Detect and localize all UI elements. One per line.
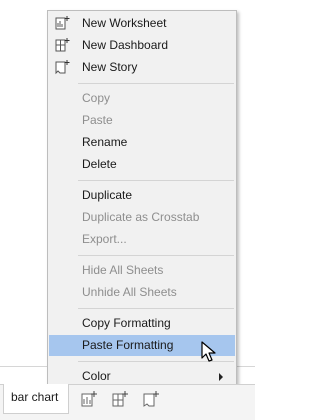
menu-item-label: Paste Formatting	[82, 338, 174, 352]
sheet-tab-label: bar chart	[11, 390, 59, 404]
menu-item-duplicate[interactable]: Duplicate	[49, 185, 235, 206]
menu-separator	[78, 308, 234, 309]
menu-item-export[interactable]: Export...	[49, 229, 235, 250]
menu-separator	[78, 255, 234, 256]
menu-item-unhide-all-sheets[interactable]: Unhide All Sheets	[49, 282, 235, 303]
menu-item-paste[interactable]: Paste	[49, 110, 235, 131]
new-dashboard-icon	[54, 37, 70, 53]
mouse-cursor-icon	[201, 341, 217, 363]
new-story-icon	[54, 59, 70, 75]
menu-item-label: New Dashboard	[82, 38, 169, 52]
menu-item-delete[interactable]: Delete	[49, 154, 235, 175]
menu-item-hide-all-sheets[interactable]: Hide All Sheets	[49, 260, 235, 281]
menu-item-label: New Story	[82, 60, 138, 74]
menu-item-label: New Worksheet	[82, 16, 167, 30]
menu-item-new-dashboard[interactable]: New Dashboard	[49, 35, 235, 56]
menu-item-new-worksheet[interactable]: New Worksheet	[49, 13, 235, 34]
menu-item-label: Duplicate as Crosstab	[82, 210, 200, 224]
menu-item-label: Export...	[82, 232, 127, 246]
menu-item-label: Paste	[82, 113, 113, 127]
menu-item-label: Copy	[82, 91, 111, 105]
menu-item-label: Unhide All Sheets	[82, 285, 177, 299]
menu-item-label: Color	[82, 369, 111, 383]
menu-item-label: Delete	[82, 157, 117, 171]
submenu-arrow-icon	[219, 373, 223, 381]
new-worksheet-icon	[54, 15, 70, 31]
menu-item-label: Copy Formatting	[82, 316, 171, 330]
menu-item-copy[interactable]: Copy	[49, 88, 235, 109]
menu-item-label: Duplicate	[82, 188, 133, 202]
menu-item-label: Rename	[82, 135, 128, 149]
menu-item-label: Hide All Sheets	[82, 263, 164, 277]
new-dashboard-icon[interactable]	[110, 390, 128, 408]
new-worksheet-icon[interactable]	[79, 390, 97, 408]
new-story-icon[interactable]	[141, 390, 159, 408]
menu-item-new-story[interactable]: New Story	[49, 57, 235, 78]
menu-item-copy-formatting[interactable]: Copy Formatting	[49, 313, 235, 334]
menu-separator	[78, 83, 234, 84]
sheet-tab-bar-chart[interactable]: bar chart	[3, 384, 69, 414]
sheet-context-menu: New Worksheet New Dashboard New Story Co…	[47, 10, 237, 394]
menu-item-rename[interactable]: Rename	[49, 132, 235, 153]
menu-separator	[78, 180, 234, 181]
menu-item-duplicate-as-crosstab[interactable]: Duplicate as Crosstab	[49, 207, 235, 228]
